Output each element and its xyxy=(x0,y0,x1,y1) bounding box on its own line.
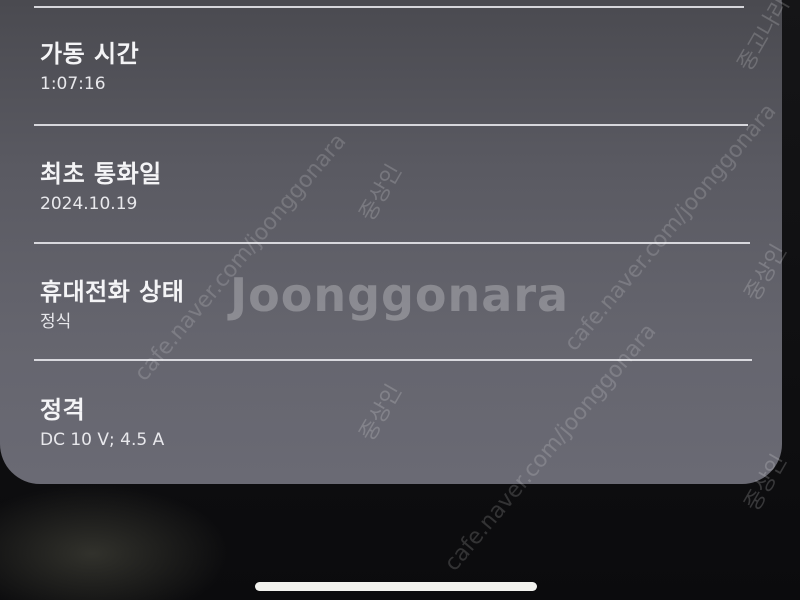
rating-value: DC 10 V; 4.5 A xyxy=(40,430,165,450)
home-indicator[interactable] xyxy=(255,582,537,591)
divider xyxy=(34,6,744,8)
divider xyxy=(34,124,748,126)
uptime-label: 가동 시간 xyxy=(40,40,140,68)
info-row-uptime[interactable]: 가동 시간 1:07:16 xyxy=(40,40,740,94)
watermark-brand: Joonggonara xyxy=(230,268,570,322)
phone-screen: 가동 시간 1:07:16 최초 통화일 2024.10.19 휴대전화 상태 … xyxy=(0,0,800,600)
uptime-value: 1:07:16 xyxy=(40,74,106,94)
edge-glare xyxy=(0,484,230,600)
